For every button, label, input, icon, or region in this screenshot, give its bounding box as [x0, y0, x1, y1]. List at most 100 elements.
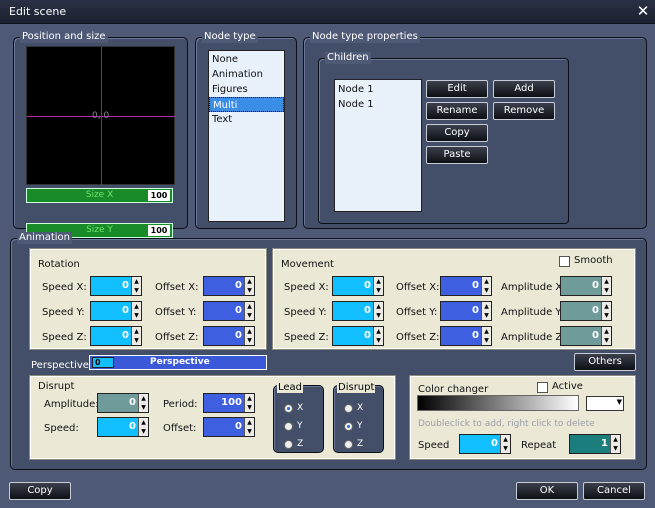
- node-type-multi[interactable]: Multi: [209, 97, 284, 112]
- spin-arrows-icon[interactable]: ▲ ▼: [244, 277, 254, 295]
- rotation-title: Rotation: [38, 259, 80, 270]
- spin-arrows-icon[interactable]: ▲ ▼: [481, 327, 491, 345]
- node-type-text[interactable]: Text: [209, 112, 284, 127]
- movement-speed-y-label: Speed Y:: [284, 307, 327, 318]
- color-repeat-label: Repeat: [521, 440, 557, 451]
- amplitude-z-input[interactable]: 0 ▲ ▼: [560, 326, 612, 346]
- disrupt-axis-title: Disrupt: [337, 382, 376, 393]
- rotation-offset-z-input[interactable]: 0 ▲ ▼: [203, 326, 255, 346]
- radio-off-icon: [284, 439, 293, 449]
- movement-speed-y-input[interactable]: 0 ▲ ▼: [332, 301, 384, 321]
- copy-button[interactable]: Copy: [9, 482, 71, 500]
- color-speed-input[interactable]: 0 ▲ ▼: [459, 434, 511, 454]
- spin-arrows-icon[interactable]: ▲ ▼: [244, 394, 254, 412]
- perspective-value-box: 0: [92, 357, 114, 368]
- lead-y-radio[interactable]: Y: [284, 418, 303, 434]
- size-x-label: Size X: [85, 190, 114, 200]
- edit-button[interactable]: Edit: [426, 80, 488, 98]
- spin-arrows-icon[interactable]: ▲ ▼: [131, 327, 141, 345]
- node-type-figures[interactable]: Figures: [209, 82, 284, 97]
- copy-child-button[interactable]: Copy: [426, 124, 488, 142]
- animation-title: Animation: [17, 232, 72, 244]
- disrupt-amplitude-input[interactable]: 0 ▲ ▼: [97, 393, 149, 413]
- disrupt-title: Disrupt: [38, 381, 75, 392]
- lead-x-radio[interactable]: X: [284, 400, 303, 416]
- spin-arrows-icon[interactable]: ▲ ▼: [373, 277, 383, 295]
- color-picker[interactable]: ▼: [586, 396, 624, 411]
- movement-offset-z-label: Offset Z:: [396, 332, 440, 343]
- spin-arrows-icon[interactable]: ▲ ▼: [244, 418, 254, 436]
- smooth-checkbox[interactable]: [559, 256, 570, 267]
- spin-arrows-icon[interactable]: ▲ ▼: [138, 394, 148, 412]
- spin-arrows-icon[interactable]: ▲ ▼: [601, 302, 611, 320]
- rotation-speed-y-input[interactable]: 0 ▲ ▼: [90, 301, 142, 321]
- window-title: Edit scene: [9, 5, 67, 18]
- rotation-speed-x-input[interactable]: 0 ▲ ▼: [90, 276, 142, 296]
- cancel-button[interactable]: Cancel: [583, 482, 645, 500]
- active-checkbox[interactable]: [537, 382, 548, 393]
- node-type-group: Node type None Animation Figures Multi T…: [195, 31, 297, 229]
- spin-arrows-icon[interactable]: ▲ ▼: [373, 327, 383, 345]
- movement-offset-x-input[interactable]: 0 ▲ ▼: [440, 276, 492, 296]
- paste-button[interactable]: Paste: [426, 146, 488, 164]
- rotation-offset-x-input[interactable]: 0 ▲ ▼: [203, 276, 255, 296]
- spin-arrows-icon[interactable]: ▲ ▼: [481, 277, 491, 295]
- spin-arrows-icon[interactable]: ▲ ▼: [610, 435, 620, 453]
- spin-arrows-icon[interactable]: ▲ ▼: [244, 327, 254, 345]
- disrupt-y-radio[interactable]: Y: [344, 418, 363, 434]
- perspective-slider[interactable]: 0 Perspective: [89, 355, 267, 370]
- rotation-speed-z-input[interactable]: 0 ▲ ▼: [90, 326, 142, 346]
- color-changer-hint: Doubleclick to add, right click to delet…: [418, 419, 595, 429]
- movement-offset-z-input[interactable]: 0 ▲ ▼: [440, 326, 492, 346]
- children-list[interactable]: Node 1 Node 1: [334, 79, 422, 212]
- color-speed-label: Speed: [418, 440, 450, 451]
- lead-title: Lead: [277, 382, 304, 393]
- child-item[interactable]: Node 1: [335, 82, 421, 97]
- position-size-title: Position and size: [20, 31, 108, 43]
- size-x-slider[interactable]: Size X 100: [26, 188, 173, 203]
- spin-arrows-icon[interactable]: ▲ ▼: [131, 302, 141, 320]
- ok-button[interactable]: OK: [516, 482, 578, 500]
- rotation-speed-y-label: Speed Y:: [42, 307, 85, 318]
- color-changer-panel: Color changer Active ▼ Doubleclick to ad…: [409, 375, 636, 460]
- movement-speed-x-input[interactable]: 0 ▲ ▼: [332, 276, 384, 296]
- node-type-animation[interactable]: Animation: [209, 67, 284, 82]
- node-props-title: Node type properties: [310, 31, 420, 43]
- rename-button[interactable]: Rename: [426, 102, 488, 120]
- amplitude-y-input[interactable]: 0 ▲ ▼: [560, 301, 612, 321]
- remove-button[interactable]: Remove: [493, 102, 555, 120]
- movement-offset-y-input[interactable]: 0 ▲ ▼: [440, 301, 492, 321]
- child-item[interactable]: Node 1: [335, 97, 421, 112]
- disrupt-x-radio[interactable]: X: [344, 400, 363, 416]
- position-canvas[interactable]: 0, 0: [26, 46, 176, 186]
- spin-arrows-icon[interactable]: ▲ ▼: [481, 302, 491, 320]
- disrupt-offset-input[interactable]: 0 ▲ ▼: [203, 417, 255, 437]
- coord-readout: 0, 0: [92, 111, 110, 121]
- disrupt-speed-label: Speed:: [44, 423, 79, 434]
- close-icon[interactable]: ✕: [634, 2, 652, 20]
- disrupt-z-radio[interactable]: Z: [344, 436, 363, 452]
- lead-z-radio[interactable]: Z: [284, 436, 303, 452]
- rotation-offset-y-input[interactable]: 0 ▲ ▼: [203, 301, 255, 321]
- spin-arrows-icon[interactable]: ▲ ▼: [138, 418, 148, 436]
- others-button[interactable]: Others: [574, 353, 636, 371]
- disrupt-speed-input[interactable]: 0 ▲ ▼: [97, 417, 149, 437]
- movement-speed-z-input[interactable]: 0 ▲ ▼: [332, 326, 384, 346]
- add-button[interactable]: Add: [493, 80, 555, 98]
- rotation-speed-z-label: Speed Z:: [42, 332, 87, 343]
- color-repeat-input[interactable]: 1 ▲ ▼: [569, 434, 621, 454]
- spin-arrows-icon[interactable]: ▲ ▼: [244, 302, 254, 320]
- spin-arrows-icon[interactable]: ▲ ▼: [373, 302, 383, 320]
- movement-speed-x-label: Speed X:: [284, 282, 329, 293]
- node-type-none[interactable]: None: [209, 52, 284, 67]
- rotation-offset-y-label: Offset Y:: [155, 307, 197, 318]
- node-type-list[interactable]: None Animation Figures Multi Text: [208, 50, 285, 222]
- disrupt-period-input[interactable]: 100 ▲ ▼: [203, 393, 255, 413]
- color-gradient[interactable]: [417, 395, 579, 411]
- spin-arrows-icon[interactable]: ▲ ▼: [601, 327, 611, 345]
- spin-arrows-icon[interactable]: ▲ ▼: [131, 277, 141, 295]
- spin-arrows-icon[interactable]: ▲ ▼: [601, 277, 611, 295]
- rotation-offset-z-label: Offset Z:: [155, 332, 199, 343]
- spin-arrows-icon[interactable]: ▲ ▼: [500, 435, 510, 453]
- amplitude-x-input[interactable]: 0 ▲ ▼: [560, 276, 612, 296]
